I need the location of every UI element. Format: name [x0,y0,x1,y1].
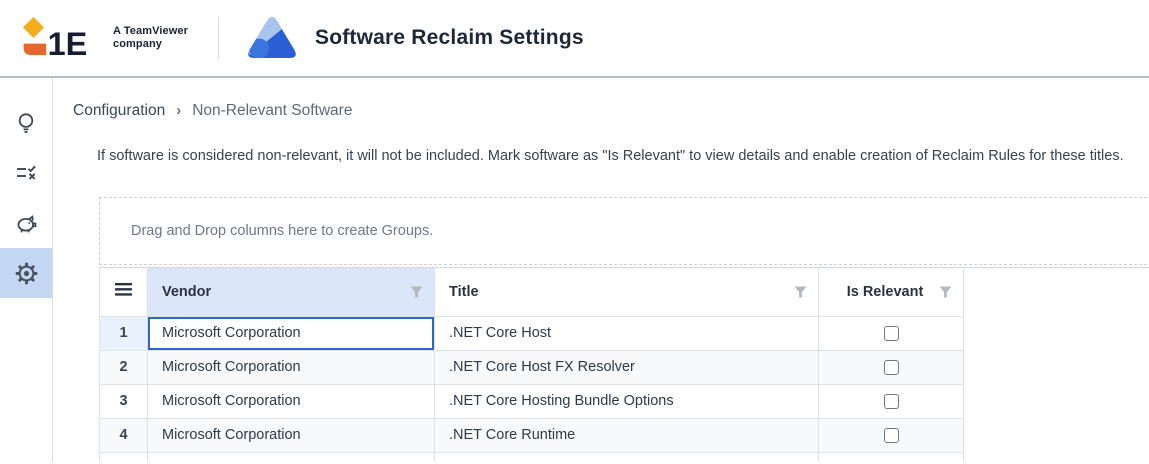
1e-logo-icon: 1E [18,14,104,62]
row-number: 1 [100,316,148,350]
column-menu-button[interactable] [100,268,148,316]
title-cell[interactable]: .NET Core Runtime [435,418,819,452]
is-relevant-checkbox[interactable] [884,428,899,443]
row-number: 2 [100,350,148,384]
vendor-cell[interactable]: Microsoft Corporation [148,384,435,418]
grid-header-row: Vendor Title Is Relevant [100,268,964,316]
sidebar-item-settings[interactable] [0,248,52,298]
breadcrumb-configuration[interactable]: Configuration [73,102,165,120]
sidebar-item-savings[interactable] [0,198,52,248]
table-row: 2 Microsoft Corporation .NET Core Host F… [100,350,964,384]
breadcrumb: Configuration › Non-Relevant Software [73,102,352,120]
table-row-partial [100,452,964,462]
is-relevant-checkbox[interactable] [884,360,899,375]
left-nav-sidebar [0,78,53,462]
column-header-is-relevant[interactable]: Is Relevant [819,268,964,316]
filter-icon-is-relevant[interactable] [939,286,952,298]
software-reclaim-app-icon [246,15,298,61]
header-divider [218,17,219,59]
vendor-cell[interactable]: Microsoft Corporation [148,350,435,384]
breadcrumb-chevron-icon: › [176,102,181,119]
filter-icon-vendor[interactable] [410,286,423,298]
column-header-vendor[interactable]: Vendor [148,268,435,316]
data-grid: Vendor Title Is Relevant [99,267,1149,462]
group-drop-hint: Drag and Drop columns here to create Gro… [100,223,433,239]
piggy-bank-icon [14,211,39,236]
breadcrumb-non-relevant-software: Non-Relevant Software [192,102,352,120]
table-row: 1 Microsoft Corporation .NET Core Host [100,316,964,350]
hamburger-icon [115,284,132,300]
table-row: 3 Microsoft Corporation .NET Core Hostin… [100,384,964,418]
software-reclaim-settings-window: 1E A TeamViewer company [0,0,1149,464]
sidebar-item-rules[interactable] [0,148,52,198]
row-number: 4 [100,418,148,452]
title-cell[interactable]: .NET Core Host [435,316,819,350]
group-drop-zone[interactable]: Drag and Drop columns here to create Gro… [99,197,1149,265]
page-description: If software is considered non-relevant, … [97,148,1139,164]
vendor-cell[interactable]: Microsoft Corporation [148,418,435,452]
is-relevant-checkbox[interactable] [884,394,899,409]
vendor-cell[interactable]: Microsoft Corporation [148,316,435,350]
svg-text:1E: 1E [48,26,88,62]
1e-brand-logo: 1E A TeamViewer company [18,14,188,62]
sidebar-item-ideas[interactable] [0,98,52,148]
app-header: 1E A TeamViewer company [0,0,1149,78]
title-cell[interactable]: .NET Core Hosting Bundle Options [435,384,819,418]
checklist-icon [14,161,38,185]
gear-icon [14,261,39,286]
column-header-title[interactable]: Title [435,268,819,316]
main-content: Configuration › Non-Relevant Software If… [53,78,1149,462]
title-cell[interactable]: .NET Core Host FX Resolver [435,350,819,384]
filter-icon-title[interactable] [794,286,807,298]
page-title: Software Reclaim Settings [315,26,584,50]
table-row: 4 Microsoft Corporation .NET Core Runtim… [100,418,964,452]
is-relevant-checkbox[interactable] [884,326,899,341]
teamviewer-tagline: A TeamViewer company [113,25,188,51]
lightbulb-icon [14,111,38,135]
row-number: 3 [100,384,148,418]
